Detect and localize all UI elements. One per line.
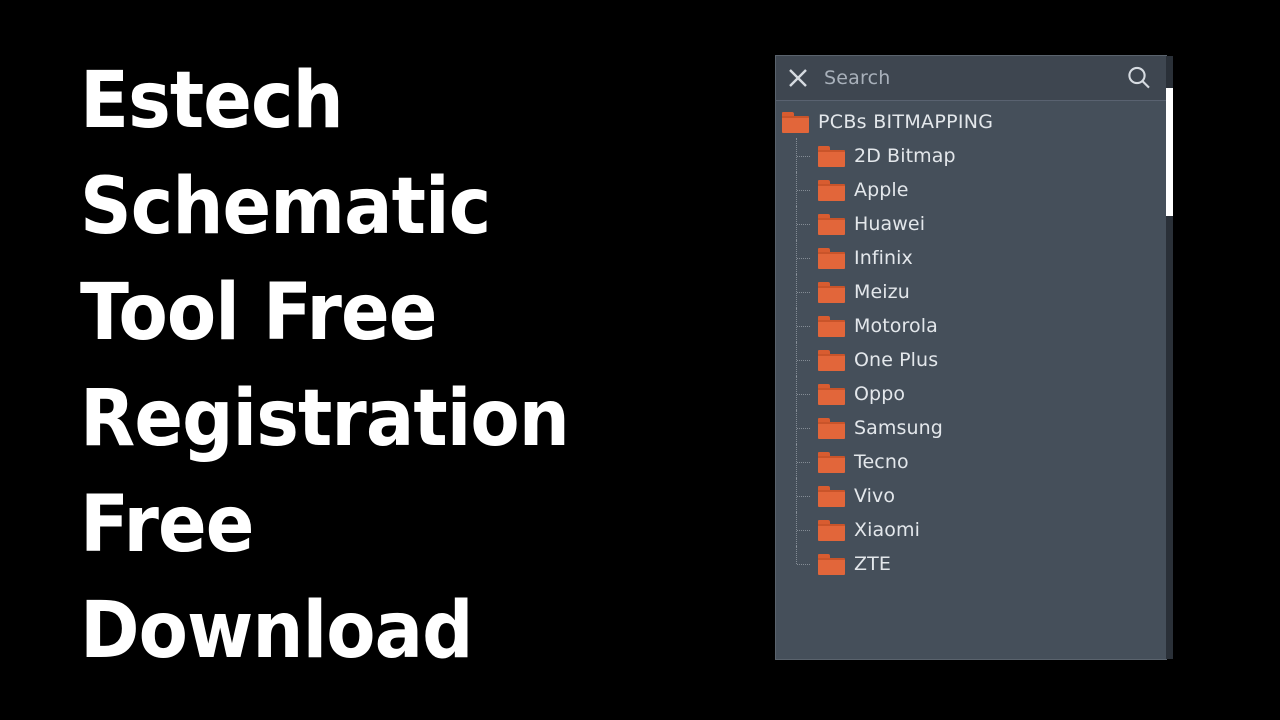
folder-icon	[818, 214, 845, 235]
tree-item-label: Infinix	[854, 247, 913, 269]
screen: EstechSchematicTool FreeRegistrationFree…	[0, 0, 1280, 720]
tree-item-label: Samsung	[854, 417, 943, 439]
folder-icon	[818, 146, 845, 167]
page-title: EstechSchematicTool FreeRegistrationFree…	[80, 48, 740, 684]
tree-indent-guide	[776, 377, 818, 411]
tree-item-label: Vivo	[854, 485, 895, 507]
tree-indent-guide	[776, 139, 818, 173]
tree-item[interactable]: ZTE	[776, 547, 1166, 581]
tree-item[interactable]: Motorola	[776, 309, 1166, 343]
tree-indent-guide	[776, 479, 818, 513]
search-bar	[776, 56, 1166, 101]
folder-icon	[818, 452, 845, 473]
tree-indent-guide	[776, 309, 818, 343]
tree-item-label: Motorola	[854, 315, 938, 337]
tree-indent-guide	[776, 547, 818, 581]
tree-item[interactable]: Apple	[776, 173, 1166, 207]
close-icon[interactable]	[776, 56, 820, 101]
tree-item-label: ZTE	[854, 553, 891, 575]
folder-icon	[818, 248, 845, 269]
tree-indent-guide	[776, 207, 818, 241]
file-browser-panel: PCBs BITMAPPING 2D Bitmap Apple Huawei Infin…	[775, 55, 1167, 660]
page-title-line: Estech	[80, 48, 687, 154]
tree-item[interactable]: PCBs BITMAPPING	[776, 105, 1166, 139]
page-title-line: Registration	[80, 366, 687, 472]
tree-indent-guide	[776, 411, 818, 445]
page-title-line: Free	[80, 472, 687, 578]
tree-item-label: Oppo	[854, 383, 905, 405]
tree-item[interactable]: 2D Bitmap	[776, 139, 1166, 173]
tree-item[interactable]: Infinix	[776, 241, 1166, 275]
folder-icon	[782, 112, 809, 133]
tree-item-label: 2D Bitmap	[854, 145, 956, 167]
tree-indent-guide	[776, 513, 818, 547]
folder-icon	[818, 520, 845, 541]
tree-item-label: Apple	[854, 179, 909, 201]
tree-item[interactable]: Samsung	[776, 411, 1166, 445]
folder-icon	[818, 350, 845, 371]
folder-icon	[818, 180, 845, 201]
folder-tree: PCBs BITMAPPING 2D Bitmap Apple Huawei Infin…	[776, 101, 1166, 581]
tree-item[interactable]: Oppo	[776, 377, 1166, 411]
tree-item-label: Huawei	[854, 213, 925, 235]
page-title-line: Schematic	[80, 154, 687, 260]
tree-item[interactable]: One Plus	[776, 343, 1166, 377]
search-icon[interactable]	[1112, 56, 1166, 101]
tree-indent-guide	[776, 445, 818, 479]
tree-item-label: Tecno	[854, 451, 909, 473]
tree-indent-guide	[776, 275, 818, 309]
tree-indent-guide	[776, 343, 818, 377]
tree-item[interactable]: Xiaomi	[776, 513, 1166, 547]
tree-indent-guide	[776, 173, 818, 207]
folder-icon	[818, 316, 845, 337]
tree-item[interactable]: Tecno	[776, 445, 1166, 479]
folder-icon	[818, 384, 845, 405]
tree-item-label: PCBs BITMAPPING	[818, 111, 993, 133]
tree-indent-guide	[776, 241, 818, 275]
tree-item[interactable]: Vivo	[776, 479, 1166, 513]
folder-icon	[818, 486, 845, 507]
folder-icon	[818, 418, 845, 439]
scrollbar-thumb[interactable]	[1166, 88, 1173, 216]
tree-item-label: Meizu	[854, 281, 910, 303]
page-title-line: Tool Free	[80, 260, 687, 366]
page-title-line: Download	[80, 578, 687, 684]
folder-icon	[818, 282, 845, 303]
tree-item-label: One Plus	[854, 349, 938, 371]
tree-item-label: Xiaomi	[854, 519, 920, 541]
search-input[interactable]	[820, 67, 1112, 89]
folder-icon	[818, 554, 845, 575]
tree-item[interactable]: Huawei	[776, 207, 1166, 241]
tree-item[interactable]: Meizu	[776, 275, 1166, 309]
